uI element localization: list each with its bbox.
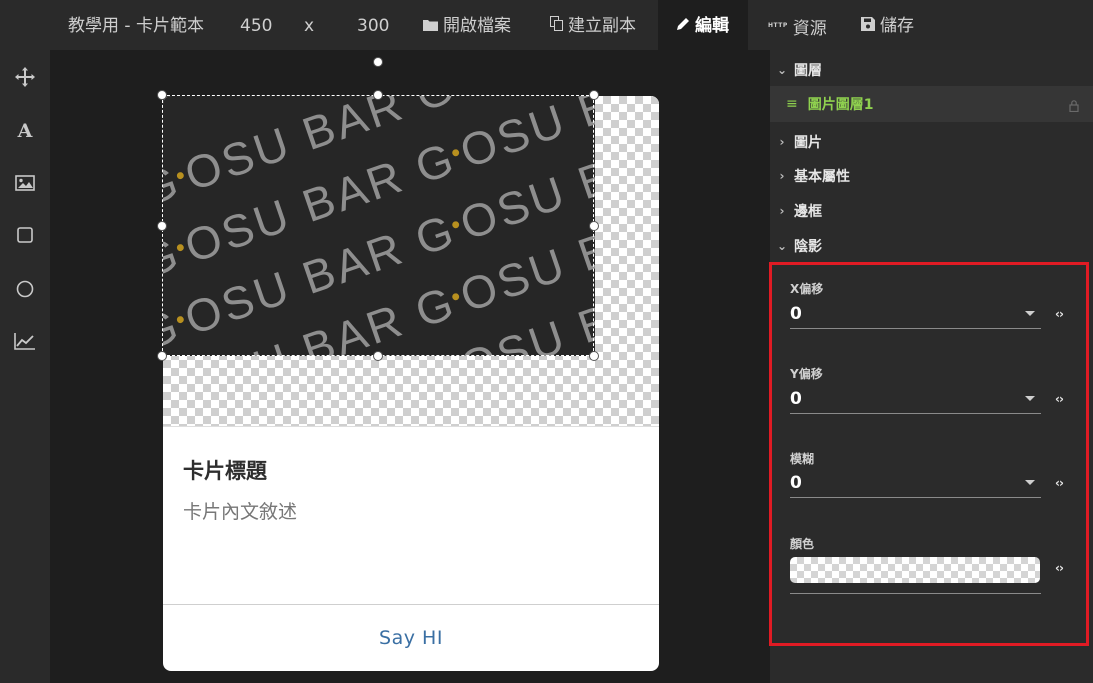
tab-edit[interactable]: 編輯 bbox=[658, 0, 748, 50]
chevron-right-icon: › bbox=[779, 204, 785, 218]
lock-icon[interactable] bbox=[1069, 97, 1079, 116]
section-basic-label: 基本屬性 bbox=[794, 169, 850, 185]
open-file-label: 開啟檔案 bbox=[443, 16, 511, 36]
resize-handle-top-right[interactable] bbox=[589, 90, 599, 100]
code-icon[interactable]: ‹› bbox=[1055, 476, 1064, 490]
size-separator: x bbox=[304, 16, 315, 36]
open-file-button[interactable]: 開啟檔案 bbox=[423, 0, 511, 50]
code-icon[interactable]: ‹› bbox=[1055, 561, 1064, 575]
chevron-down-icon: ⌄ bbox=[776, 239, 788, 253]
color-label: 顏色 bbox=[790, 537, 815, 551]
chevron-right-icon: › bbox=[779, 135, 785, 149]
y-offset-label: Y偏移 bbox=[790, 367, 823, 381]
section-layers[interactable]: ⌄ 圖層 bbox=[770, 55, 1093, 85]
resize-handle-right[interactable] bbox=[589, 221, 599, 231]
card-footer: Say HI bbox=[163, 604, 659, 671]
blur-label: 模糊 bbox=[790, 452, 815, 466]
menu-icon: ≡ bbox=[786, 96, 798, 112]
resize-handle-left[interactable] bbox=[157, 221, 167, 231]
section-image[interactable]: › 圖片 bbox=[770, 127, 1093, 157]
image-tool[interactable] bbox=[0, 168, 50, 198]
layer-item-label: 圖片圖層1 bbox=[807, 97, 874, 113]
image-icon bbox=[15, 175, 35, 191]
dropdown-arrow-icon bbox=[1025, 311, 1035, 316]
chart-tool[interactable] bbox=[0, 326, 50, 356]
section-shadow-label: 陰影 bbox=[794, 239, 822, 255]
circle-tool[interactable] bbox=[0, 274, 50, 304]
y-offset-value: 0 bbox=[790, 389, 802, 409]
save-icon bbox=[861, 1, 875, 53]
folder-icon bbox=[423, 1, 438, 53]
tab-edit-label: 編輯 bbox=[695, 16, 729, 36]
color-swatch[interactable] bbox=[790, 557, 1040, 583]
color-underline bbox=[790, 593, 1041, 594]
say-hi-button[interactable]: Say HI bbox=[379, 627, 443, 649]
chart-icon bbox=[14, 333, 35, 350]
x-offset-select[interactable]: 0 bbox=[790, 301, 1041, 329]
resize-handle-bottom-right[interactable] bbox=[589, 351, 599, 361]
pencil-icon bbox=[676, 1, 690, 53]
card[interactable]: G●OSU BAR G●OSU BAR G●OSU G●OSU BAR G●OS… bbox=[163, 96, 659, 671]
save-button[interactable]: 儲存 bbox=[861, 0, 914, 50]
save-label: 儲存 bbox=[880, 16, 914, 36]
duplicate-button[interactable]: 建立副本 bbox=[550, 0, 636, 50]
top-bar: 教學用 - 卡片範本 450 x 300 開啟檔案 建立副本 編輯 HTTP 資源… bbox=[0, 0, 1093, 50]
tab-resources-label: 資源 bbox=[792, 19, 827, 39]
rotate-handle[interactable] bbox=[373, 57, 383, 67]
card-media[interactable]: G●OSU BAR G●OSU BAR G●OSU G●OSU BAR G●OS… bbox=[163, 96, 659, 426]
resize-handle-top-left[interactable] bbox=[157, 90, 167, 100]
canvas-height[interactable]: 300 bbox=[357, 0, 389, 50]
move-icon bbox=[15, 67, 35, 87]
y-offset-select[interactable]: 0 bbox=[790, 386, 1041, 414]
canvas-width[interactable]: 450 bbox=[240, 0, 272, 50]
text-icon: A bbox=[17, 120, 33, 142]
x-offset-label: X偏移 bbox=[790, 282, 824, 296]
chevron-right-icon: › bbox=[779, 169, 785, 183]
shadow-settings-highlight: X偏移 0 ‹› Y偏移 0 ‹› 模糊 0 ‹› 顏色 ‹› bbox=[769, 262, 1089, 646]
canvas[interactable]: G●OSU BAR G●OSU BAR G●OSU G●OSU BAR G●OS… bbox=[50, 50, 770, 683]
card-title[interactable]: 卡片標題 bbox=[183, 455, 267, 485]
http-icon: HTTP bbox=[768, 22, 788, 29]
card-body[interactable]: 卡片標題 卡片內文敘述 bbox=[163, 426, 659, 604]
layer-item[interactable]: ≡ 圖片圖層1 bbox=[770, 86, 1093, 122]
card-text[interactable]: 卡片內文敘述 bbox=[183, 497, 297, 524]
section-basic[interactable]: › 基本屬性 bbox=[770, 161, 1093, 191]
logo-image[interactable]: G●OSU BAR G●OSU BAR G●OSU G●OSU BAR G●OS… bbox=[163, 96, 595, 356]
dropdown-arrow-icon bbox=[1025, 480, 1035, 485]
text-tool[interactable]: A bbox=[0, 116, 50, 146]
document-title: 教學用 - 卡片範本 bbox=[68, 16, 204, 36]
move-tool[interactable] bbox=[0, 62, 50, 92]
rectangle-icon bbox=[17, 227, 33, 243]
tool-bar: A bbox=[0, 50, 50, 683]
x-offset-value: 0 bbox=[790, 304, 802, 324]
chevron-down-icon: ⌄ bbox=[776, 63, 788, 77]
dropdown-arrow-icon bbox=[1025, 396, 1035, 401]
copy-icon bbox=[550, 1, 563, 53]
resize-handle-bottom[interactable] bbox=[373, 351, 383, 361]
circle-icon bbox=[16, 280, 34, 298]
resize-handle-top[interactable] bbox=[373, 90, 383, 100]
code-icon[interactable]: ‹› bbox=[1055, 307, 1064, 321]
section-shadow[interactable]: ⌄ 陰影 bbox=[770, 231, 1093, 261]
section-border[interactable]: › 邊框 bbox=[770, 196, 1093, 226]
properties-panel: ⌄ 圖層 ≡ 圖片圖層1 › 圖片 › 基本屬性 › 邊框 ⌄ 陰影 X偏移 0 ‹› Y… bbox=[769, 50, 1093, 683]
section-border-label: 邊框 bbox=[794, 204, 822, 220]
blur-value: 0 bbox=[790, 473, 802, 493]
code-icon[interactable]: ‹› bbox=[1055, 392, 1064, 406]
rectangle-tool[interactable] bbox=[0, 220, 50, 250]
resize-handle-bottom-left[interactable] bbox=[157, 351, 167, 361]
section-layers-label: 圖層 bbox=[794, 63, 822, 79]
blur-select[interactable]: 0 bbox=[790, 470, 1041, 498]
duplicate-label: 建立副本 bbox=[568, 16, 636, 36]
section-image-label: 圖片 bbox=[794, 135, 822, 151]
tab-resources[interactable]: HTTP 資源 bbox=[768, 0, 827, 50]
